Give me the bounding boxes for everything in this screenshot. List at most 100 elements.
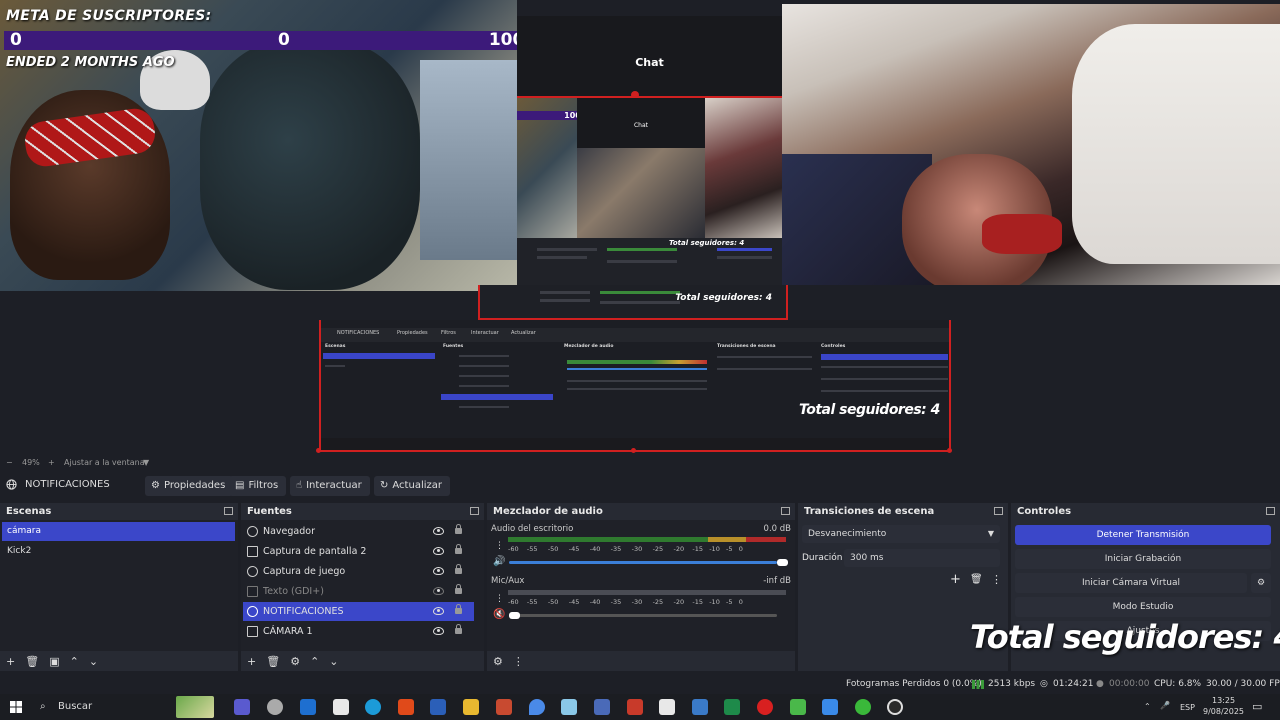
lock-icon[interactable] (455, 604, 462, 614)
gear-icon[interactable]: ⚙ (493, 655, 503, 668)
folder-icon[interactable] (463, 699, 479, 715)
app-icon[interactable] (855, 699, 871, 715)
kebab-icon[interactable]: ⋮ (495, 594, 504, 604)
language-indicator[interactable]: ESP (1180, 703, 1195, 712)
chevron-down-icon[interactable]: ⌄ (329, 655, 338, 668)
app-icon[interactable] (822, 699, 838, 715)
clock-time[interactable]: 13:25 (1212, 696, 1235, 705)
widgets-icon[interactable] (176, 696, 214, 718)
taskbar-search[interactable]: ⌕ Buscar (34, 696, 169, 718)
zoom-fit-select[interactable]: Ajustar a la ventana (64, 458, 145, 467)
app-icon[interactable] (496, 699, 512, 715)
scene-item-camara[interactable]: cámara (2, 522, 235, 541)
camera-icon (247, 626, 258, 637)
app-icon[interactable] (529, 699, 545, 715)
calculator-icon[interactable] (594, 699, 610, 715)
source-item-notificaciones[interactable]: NOTIFICACIONES (243, 602, 474, 621)
source-item-captura-juego[interactable]: Captura de juego (243, 562, 474, 581)
volume-slider-mic[interactable] (509, 614, 777, 617)
stop-streaming-button[interactable]: Detener Transmisión (1015, 525, 1271, 545)
undock-icon[interactable] (224, 507, 233, 515)
word-icon[interactable] (430, 699, 446, 715)
volume-knob-mic[interactable] (509, 612, 520, 619)
properties-button[interactable]: ⚙ Propiedades (145, 476, 234, 496)
mirror-chat-label: Chat (633, 122, 649, 129)
start-recording-button[interactable]: Iniciar Grabación (1015, 549, 1271, 569)
speaker-muted-icon[interactable]: 🔇 (493, 609, 505, 620)
trash-icon[interactable]: 🗑 (25, 655, 39, 668)
gear-icon[interactable]: ⚙ (290, 655, 300, 668)
eye-icon[interactable] (433, 527, 444, 535)
brave-icon[interactable] (398, 699, 414, 715)
add-icon[interactable]: + (6, 655, 15, 668)
transition-select[interactable]: Desvanecimiento ▼ (802, 525, 1000, 543)
app-icon[interactable] (790, 699, 806, 715)
undock-icon[interactable] (994, 507, 1003, 515)
scene-item-kick2[interactable]: Kick2 (2, 542, 235, 561)
speaker-icon[interactable]: 🔊 (493, 556, 505, 567)
chevron-down-icon[interactable]: ▼ (143, 458, 149, 467)
duration-input[interactable]: 300 ms (844, 549, 1000, 567)
trash-icon[interactable]: 🗑 (266, 655, 280, 668)
add-icon[interactable]: + (950, 572, 961, 587)
powerpoint-icon[interactable] (627, 699, 643, 715)
lock-icon[interactable] (455, 624, 462, 634)
outlook-icon[interactable] (300, 699, 316, 715)
eye-icon[interactable] (433, 547, 444, 555)
opera-icon[interactable] (757, 699, 773, 715)
store-icon[interactable] (333, 699, 349, 715)
trash-icon[interactable]: 🗑 (970, 574, 983, 585)
filters-button[interactable]: ▤ Filtros (229, 476, 287, 496)
eye-icon[interactable] (433, 607, 444, 615)
zoom-in-button[interactable]: + (48, 458, 55, 467)
obs-icon[interactable] (887, 699, 903, 715)
obs-preview[interactable]: META DE SUSCRIPTORES: 0 0 10000 ENDED 2 … (0, 0, 1280, 456)
volume-knob-desktop[interactable] (777, 559, 788, 566)
clock-date[interactable]: 9/08/2025 (1203, 707, 1244, 716)
add-icon[interactable]: + (247, 655, 256, 668)
app-icon[interactable] (561, 699, 577, 715)
globe-icon (247, 606, 258, 617)
lock-icon[interactable] (455, 564, 462, 574)
chevron-up-icon[interactable]: ⌃ (70, 655, 79, 668)
undock-icon[interactable] (781, 507, 790, 515)
kebab-icon[interactable]: ⋮ (495, 541, 504, 551)
eye-hidden-icon[interactable] (433, 587, 444, 595)
refresh-button[interactable]: ↻ Actualizar (374, 476, 450, 496)
studio-mode-button[interactable]: Modo Estudio (1015, 597, 1271, 617)
resize-handle-b[interactable] (631, 448, 636, 453)
chevron-up-icon[interactable]: ⌃ (310, 655, 319, 668)
source-item-captura-pantalla-2[interactable]: Captura de pantalla 2 (243, 542, 474, 561)
undock-icon[interactable] (1266, 507, 1275, 515)
source-item-navegador[interactable]: Navegador (243, 522, 474, 541)
kebab-icon[interactable]: ⋮ (513, 655, 524, 668)
filter-icon[interactable]: ▣ (49, 655, 59, 668)
start-virtual-camera-button[interactable]: Iniciar Cámara Virtual (1015, 573, 1247, 593)
lock-icon[interactable] (455, 524, 462, 534)
notification-icon[interactable]: ▭ (1252, 700, 1262, 713)
excel-icon[interactable] (724, 699, 740, 715)
zoom-out-button[interactable]: − (6, 458, 13, 467)
virtual-camera-settings-button[interactable]: ⚙ (1251, 573, 1271, 593)
undock-icon[interactable] (470, 507, 479, 515)
app-icon[interactable] (692, 699, 708, 715)
kebab-icon[interactable]: ⋮ (991, 573, 1002, 586)
windows-start-icon[interactable] (10, 701, 22, 713)
lock-icon[interactable] (455, 584, 462, 594)
resize-handle-bl[interactable] (316, 448, 321, 453)
app-icon[interactable] (234, 699, 250, 715)
eye-icon[interactable] (433, 627, 444, 635)
source-item-camara-1[interactable]: CÁMARA 1 (243, 622, 474, 641)
eye-icon[interactable] (433, 567, 444, 575)
chevron-down-icon[interactable]: ⌄ (89, 655, 98, 668)
lock-icon[interactable] (455, 544, 462, 554)
vu-meter-green (508, 537, 708, 542)
resize-handle-br[interactable] (947, 448, 952, 453)
chevron-up-icon[interactable]: ⌃ (1144, 702, 1151, 711)
interact-button[interactable]: ☝ Interactuar (290, 476, 370, 496)
volume-slider-desktop[interactable] (509, 561, 777, 564)
edge-icon[interactable] (365, 699, 381, 715)
notion-icon[interactable] (659, 699, 675, 715)
app-icon[interactable] (267, 699, 283, 715)
source-item-texto-gdi[interactable]: Texto (GDI+) (243, 582, 474, 601)
